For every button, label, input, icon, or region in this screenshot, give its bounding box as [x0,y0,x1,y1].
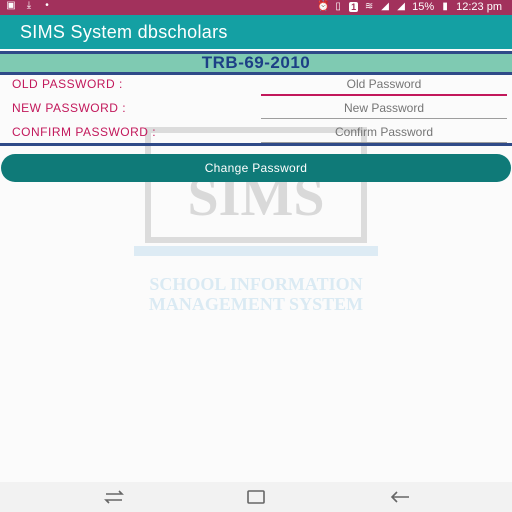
confirm-password-input[interactable] [261,122,507,143]
back-button[interactable] [388,488,412,506]
signal-icon: ◢ [381,1,389,12]
navigation-bar [0,482,512,512]
old-password-label: OLD PASSWORD : [12,77,123,91]
new-password-row: NEW PASSWORD : [0,98,512,122]
alarm-icon: ⏰ [317,1,330,12]
app-bar: SIMS System dbscholars [0,15,512,49]
new-password-label: NEW PASSWORD : [12,101,127,115]
more-dots-icon: • [45,0,49,11]
battery-icon: ▮ [442,1,448,12]
clock: 12:23 pm [456,1,502,13]
signal-2-icon: ◢ [397,1,405,12]
status-bar: ▣ ⤓ • ⏰ ▯ 1 ≋ ◢ ◢ 15% ▮ 12:23 pm [0,0,512,15]
notification-badge: 1 [349,2,359,12]
watermark-line2: MANAGEMENT SYSTEM [149,294,363,314]
form-divider [0,143,512,146]
home-button[interactable] [244,488,268,506]
recent-apps-icon [104,490,124,504]
download-icon: ⤓ [26,0,32,11]
user-id-text: TRB-69-2010 [201,53,311,72]
image-notification-icon: ▣ [6,0,16,11]
new-password-input[interactable] [261,98,507,119]
confirm-password-label: CONFIRM PASSWORD : [12,125,157,139]
sims-watermark-logo: SIMS SCHOOL INFORMATION MANAGEMENT SYSTE… [134,127,378,314]
app-title: SIMS System dbscholars [20,22,228,42]
old-password-input[interactable] [261,74,507,96]
user-id-banner: TRB-69-2010 [0,51,512,75]
home-icon [247,490,265,504]
battery-percent: 15% [412,1,435,13]
change-password-button[interactable]: Change Password [1,154,511,182]
back-arrow-icon [390,491,409,503]
wifi-icon: ≋ [364,1,374,12]
old-password-row: OLD PASSWORD : [0,74,512,98]
vibrate-icon: ▯ [335,1,341,12]
watermark-line1: SCHOOL INFORMATION [149,274,362,294]
recent-apps-button[interactable] [102,488,126,506]
